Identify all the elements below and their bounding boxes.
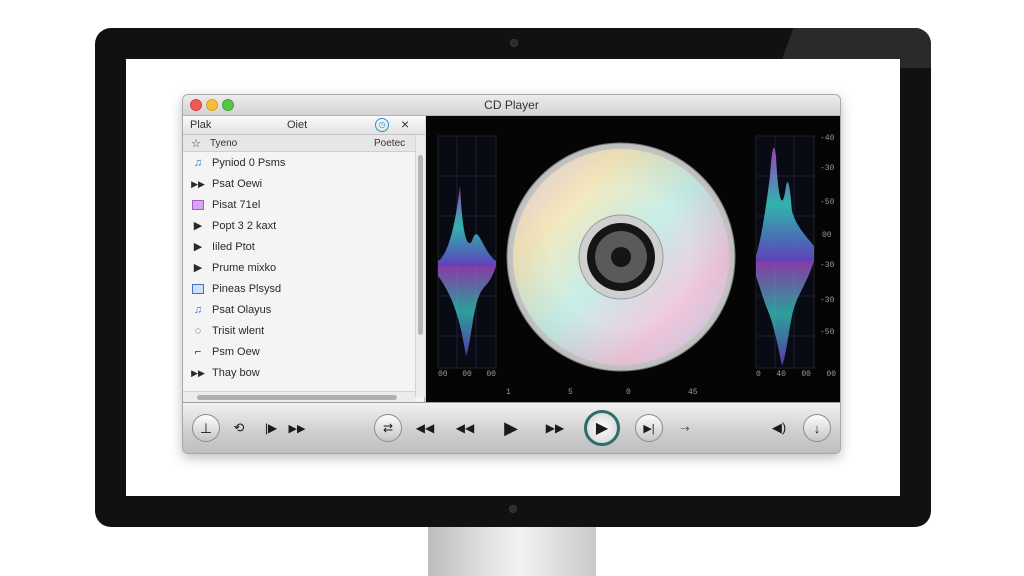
list-item[interactable]: Pisat 71el xyxy=(183,195,415,216)
right-axis-label: -30 xyxy=(820,296,835,305)
fast-forward-icon: ▶▶ xyxy=(191,179,205,189)
horizontal-scroll-thumb[interactable] xyxy=(197,395,397,400)
right-axis-label: 00 xyxy=(822,231,832,240)
fast-forward-icon: ▶▶ xyxy=(191,368,205,378)
column-header[interactable]: ☆ Tyeno Poetec xyxy=(183,135,415,152)
playlist-blue-icon xyxy=(191,282,205,296)
playlist-sidebar: Plak Oiet ◷ × ☆ Tyeno Poetec ♫ Pyniod 0 P… xyxy=(183,116,425,402)
rewind-icon[interactable]: ◀◀ xyxy=(411,414,439,442)
right-bottom-labels: 0 40 00 00 xyxy=(756,370,836,379)
camera-icon xyxy=(510,39,518,47)
vertical-scroll-thumb[interactable] xyxy=(418,155,423,335)
list-item[interactable]: ⌐ Psm Oew xyxy=(183,342,415,363)
shuffle-icon[interactable]: ⇄ xyxy=(374,414,402,442)
prev-chapter-icon[interactable]: |▶ xyxy=(257,414,285,442)
playlist-purple-icon xyxy=(191,198,205,212)
list-item[interactable]: Pineas Plsysd xyxy=(183,279,415,300)
cd-spindle-hole xyxy=(611,247,631,267)
rewind-icon[interactable]: ◀◀ xyxy=(451,414,479,442)
right-axis-label: -30 xyxy=(820,164,835,173)
arrows-icon[interactable]: ⇢ xyxy=(671,414,699,442)
speech-icon: ◌ xyxy=(194,325,202,337)
clock-icon[interactable]: ◷ xyxy=(375,118,389,132)
sidebar-tab-left[interactable]: Plak xyxy=(190,119,211,131)
bottom-tick: 45 xyxy=(688,388,698,397)
list-item[interactable]: ▶▶ Psat Oewi xyxy=(183,174,415,195)
sidebar-header: Plak Oiet ◷ × xyxy=(183,116,425,135)
sidebar-tab-center[interactable]: Oiet xyxy=(287,119,307,131)
play-icon[interactable]: ▶ xyxy=(497,414,525,442)
bracket-icon: ⌐ xyxy=(194,346,202,358)
fast-forward-icon[interactable]: ▶▶ xyxy=(283,414,311,442)
left-axis-labels: 00 00 00 xyxy=(438,370,496,379)
list-item[interactable]: ▶ Prume mixko xyxy=(183,258,415,279)
play-icon: ▶ xyxy=(193,220,203,232)
play-circle-icon[interactable]: ▶ xyxy=(584,410,620,446)
column-right: Poetec xyxy=(374,138,406,149)
right-axis-label: -30 xyxy=(820,261,835,270)
repeat-icon[interactable]: ⟲ xyxy=(225,414,253,442)
volume-down-icon[interactable]: ⊥ xyxy=(192,414,220,442)
star-icon: ☆ xyxy=(191,138,201,150)
window-title: CD Player xyxy=(484,98,539,112)
bottom-tick: 0 xyxy=(626,388,631,397)
list-item[interactable]: ▶▶ Thay bow xyxy=(183,363,415,384)
vertical-scrollbar[interactable] xyxy=(415,135,425,397)
list-item[interactable]: ◌ Trisit wlent xyxy=(183,321,415,342)
play-icon: ▶ xyxy=(193,262,203,274)
speaker-icon[interactable]: ◀) xyxy=(765,414,793,442)
visualizer-graphic xyxy=(437,135,815,372)
column-name: Tyeno xyxy=(210,138,238,149)
cd-player-window: CD Player Plak Oiet ◷ × ☆ Tyeno Poetec ♫… xyxy=(182,94,841,454)
list-item[interactable]: ▶ Popt 3 2 kaxt xyxy=(183,216,415,237)
bottom-tick: 1 xyxy=(506,388,511,397)
right-axis-label: -50 xyxy=(820,328,835,337)
right-axis-label: -50 xyxy=(820,198,835,207)
list-item[interactable]: ▶ Iiled Ptot xyxy=(183,237,415,258)
visualizer-panel: 00 00 00 1 5 0 45 -40 -30 -50 00 -30 -30… xyxy=(426,116,840,402)
bottom-tick: 5 xyxy=(568,388,573,397)
right-axis-label: -40 xyxy=(820,134,835,143)
horizontal-scrollbar[interactable] xyxy=(183,391,415,402)
volume-icon[interactable]: ↓ xyxy=(803,414,831,442)
transport-controls: ⊥ ⟲ |▶ ▶▶ ⇄ ◀◀ ◀◀ ▶ ▶▶ ▶ ▶| ⇢ ◀) ↓ xyxy=(183,402,840,453)
music-note-icon: ♫ xyxy=(193,304,203,316)
next-track-icon[interactable]: ▶| xyxy=(635,414,663,442)
fast-forward-icon[interactable]: ▶▶ xyxy=(541,414,569,442)
list-item[interactable]: ♫ Psat Olayus xyxy=(183,300,415,321)
list-item[interactable]: ♫ Pyniod 0 Psms xyxy=(183,153,415,174)
title-bar[interactable]: CD Player xyxy=(183,95,840,116)
music-note-icon: ♫ xyxy=(193,157,203,169)
monitor-stand xyxy=(428,520,596,576)
play-icon: ▶ xyxy=(193,241,203,253)
close-icon[interactable]: × xyxy=(401,116,409,132)
power-indicator-icon xyxy=(509,505,517,513)
